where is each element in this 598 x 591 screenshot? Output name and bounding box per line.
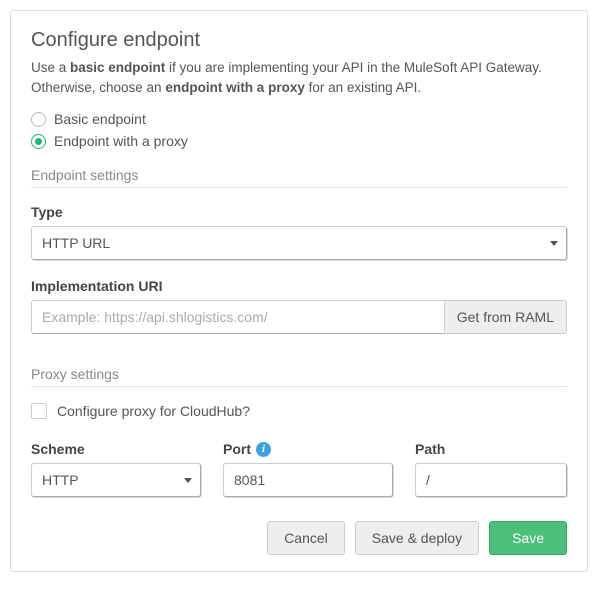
port-field: Port i bbox=[223, 441, 393, 497]
type-select[interactable]: HTTP URL bbox=[31, 226, 567, 260]
get-from-raml-button[interactable]: Get from RAML bbox=[444, 300, 567, 334]
cloudhub-label: Configure proxy for CloudHub? bbox=[57, 403, 250, 419]
type-field: Type HTTP URL bbox=[31, 204, 567, 260]
path-field: Path bbox=[415, 441, 567, 497]
endpoint-settings-heading: Endpoint settings bbox=[31, 167, 567, 188]
radio-endpoint-with-proxy[interactable]: Endpoint with a proxy bbox=[31, 133, 567, 149]
dialog-title: Configure endpoint bbox=[31, 29, 567, 52]
scheme-select[interactable]: HTTP bbox=[31, 463, 201, 497]
dialog-footer: Cancel Save & deploy Save bbox=[31, 521, 567, 555]
type-label: Type bbox=[31, 204, 567, 220]
radio-label: Endpoint with a proxy bbox=[54, 133, 188, 149]
save-deploy-button[interactable]: Save & deploy bbox=[355, 521, 479, 555]
path-input[interactable] bbox=[415, 463, 567, 497]
port-label: Port i bbox=[223, 441, 393, 457]
proxy-settings-heading: Proxy settings bbox=[31, 366, 567, 387]
implementation-uri-field: Implementation URI Get from RAML bbox=[31, 278, 567, 334]
implementation-uri-label: Implementation URI bbox=[31, 278, 567, 294]
proxy-fields-row: Scheme HTTP Port i Path bbox=[31, 441, 567, 497]
radio-icon bbox=[31, 134, 46, 149]
port-input[interactable] bbox=[223, 463, 393, 497]
cancel-button[interactable]: Cancel bbox=[267, 521, 345, 555]
dialog-subtitle: Use a basic endpoint if you are implemen… bbox=[31, 58, 567, 97]
info-icon[interactable]: i bbox=[256, 442, 271, 457]
configure-endpoint-dialog: Configure endpoint Use a basic endpoint … bbox=[10, 10, 588, 572]
radio-basic-endpoint[interactable]: Basic endpoint bbox=[31, 111, 567, 127]
radio-label: Basic endpoint bbox=[54, 111, 146, 127]
checkbox-icon bbox=[31, 403, 47, 419]
path-label: Path bbox=[415, 441, 567, 457]
scheme-label: Scheme bbox=[31, 441, 201, 457]
radio-icon bbox=[31, 112, 46, 127]
cloudhub-checkbox-row[interactable]: Configure proxy for CloudHub? bbox=[31, 403, 567, 419]
scheme-field: Scheme HTTP bbox=[31, 441, 201, 497]
endpoint-type-radio-group: Basic endpoint Endpoint with a proxy bbox=[31, 111, 567, 149]
save-button[interactable]: Save bbox=[489, 521, 567, 555]
implementation-uri-input[interactable] bbox=[31, 300, 444, 334]
